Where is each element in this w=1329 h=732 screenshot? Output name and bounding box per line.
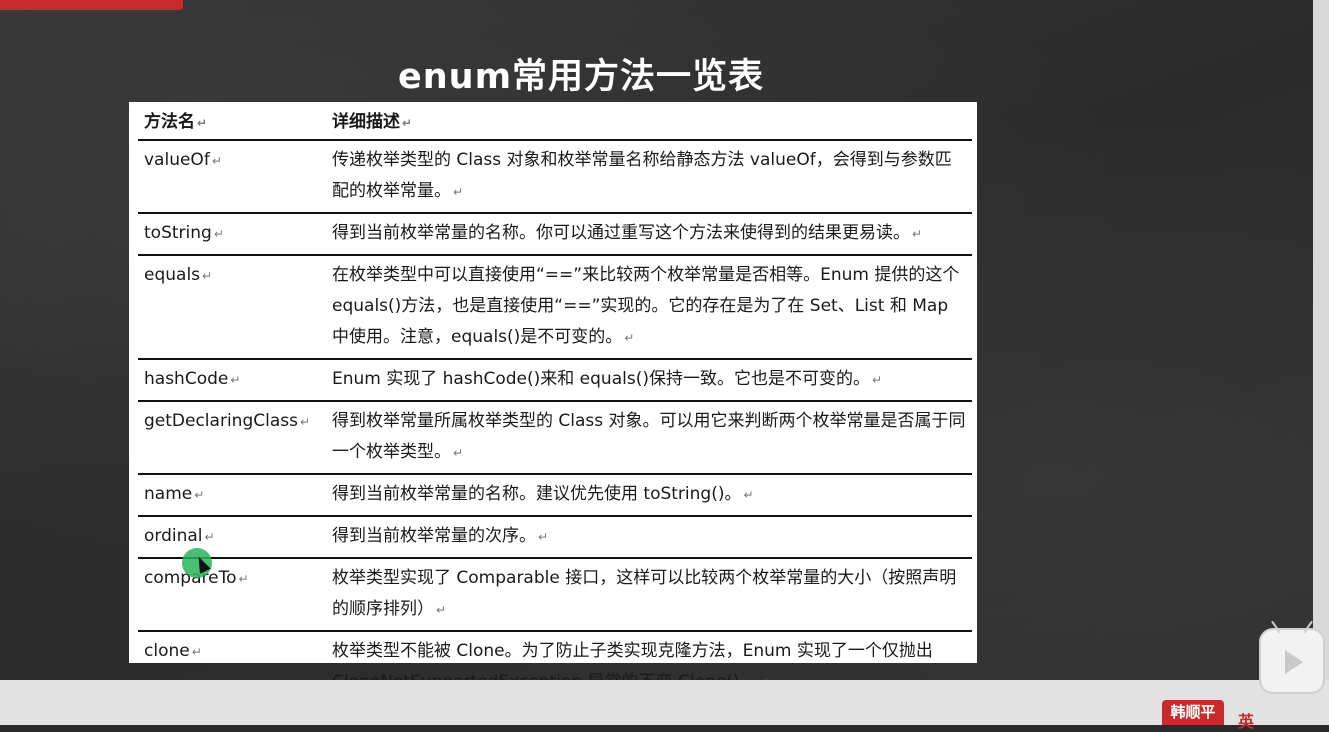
- methods-table-panel: 方法名 ↵ 详细描述 ↵ valueOf ↵ 传递枚举类型的 Class 对象和枚举常…: [129, 102, 977, 692]
- author-tag: 韩顺平: [1162, 700, 1224, 725]
- bottom-bar: [0, 680, 1329, 725]
- table-row: toString ↵ 得到当前枚举常量的名称。你可以通过重写这个方法来使得到的结果…: [138, 213, 972, 256]
- table-header-row: 方法名 ↵ 详细描述 ↵: [138, 106, 972, 141]
- table-body: valueOf ↵ 传递枚举类型的 Class 对象和枚举常量名称给静态方法 va…: [138, 140, 972, 703]
- method-description: 传递枚举类型的 Class 对象和枚举常量名称给静态方法 valueOf，会得到…: [326, 140, 972, 214]
- method-description: 得到枚举常量所属枚举类型的 Class 对象。可以用它来判断两个枚举常量是否属于…: [326, 401, 972, 475]
- table-row: ordinal ↵ 得到当前枚举常量的次序。 ↵: [138, 516, 972, 559]
- method-description: 在枚举类型中可以直接使用“==”来比较两个枚举常量是否相等。Enum 提供的这个…: [326, 255, 972, 360]
- method-name: equals ↵: [138, 255, 326, 360]
- method-description: 枚举类型实现了 Comparable 接口，这样可以比较两个枚举常量的大小（按照…: [326, 558, 972, 632]
- slide-title: enum常用方法一览表: [398, 57, 765, 97]
- method-name: toString ↵: [138, 213, 326, 256]
- video-player-icon[interactable]: [1259, 628, 1325, 694]
- method-name: ordinal ↵: [138, 516, 326, 559]
- method-name: name ↵: [138, 474, 326, 517]
- method-name: valueOf ↵: [138, 140, 326, 214]
- window-edge: [1313, 0, 1329, 680]
- method-description: Enum 实现了 hashCode()来和 equals()保持一致。它也是不可…: [326, 359, 972, 402]
- table-row: equals ↵ 在枚举类型中可以直接使用“==”来比较两个枚举常量是否相等。En…: [138, 255, 972, 360]
- method-name: hashCode ↵: [138, 359, 326, 402]
- table-row: getDeclaringClass ↵ 得到枚举常量所属枚举类型的 Class 对…: [138, 401, 972, 475]
- method-name: getDeclaringClass ↵: [138, 401, 326, 475]
- methods-table: 方法名 ↵ 详细描述 ↵ valueOf ↵ 传递枚举类型的 Class 对象和枚举常…: [138, 106, 972, 703]
- header-method-name: 方法名 ↵: [138, 106, 326, 141]
- method-name: compareTo ↵: [138, 558, 326, 632]
- table-row: valueOf ↵ 传递枚举类型的 Class 对象和枚举常量名称给静态方法 va…: [138, 140, 972, 214]
- table-row: name ↵ 得到当前枚举常量的名称。建议优先使用 toString()。 ↵: [138, 474, 972, 517]
- method-description: 得到当前枚举常量的名称。你可以通过重写这个方法来使得到的结果更易读。 ↵: [326, 213, 972, 256]
- method-description: 得到当前枚举常量的名称。建议优先使用 toString()。 ↵: [326, 474, 972, 517]
- play-icon: [1285, 650, 1303, 674]
- table-row: compareTo ↵ 枚举类型实现了 Comparable 接口，这样可以比较两…: [138, 558, 972, 632]
- header-description: 详细描述 ↵: [326, 106, 972, 141]
- table-row: hashCode ↵ Enum 实现了 hashCode()来和 equals()…: [138, 359, 972, 402]
- corner-logo-badge: [0, 0, 183, 10]
- method-description: 得到当前枚举常量的次序。 ↵: [326, 516, 972, 559]
- ime-indicator[interactable]: 英: [1238, 708, 1254, 732]
